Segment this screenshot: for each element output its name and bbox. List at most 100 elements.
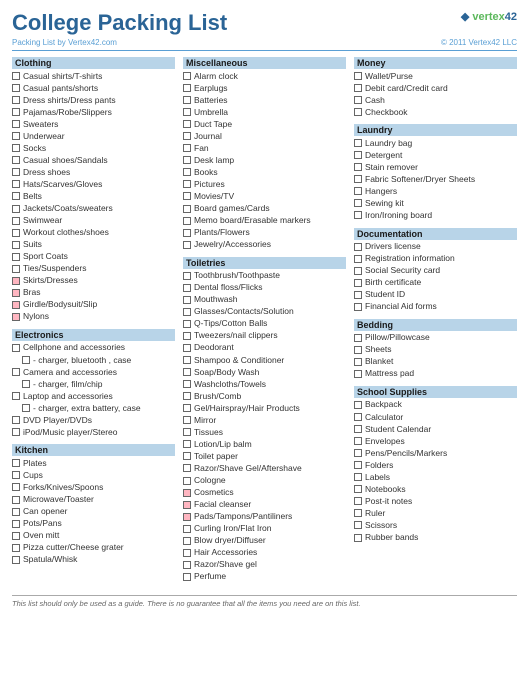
checkbox[interactable]: [183, 205, 191, 213]
checkbox[interactable]: [354, 521, 362, 529]
checkbox[interactable]: [354, 473, 362, 481]
checkbox[interactable]: [183, 284, 191, 292]
checkbox[interactable]: [12, 84, 20, 92]
checkbox[interactable]: [354, 96, 362, 104]
checkbox[interactable]: [183, 368, 191, 376]
checkbox[interactable]: [183, 308, 191, 316]
checkbox[interactable]: [354, 485, 362, 493]
checkbox[interactable]: [354, 534, 362, 542]
checkbox[interactable]: [183, 192, 191, 200]
checkbox[interactable]: [183, 241, 191, 249]
checkbox[interactable]: [354, 334, 362, 342]
checkbox[interactable]: [12, 344, 20, 352]
checkbox[interactable]: [12, 253, 20, 261]
checkbox[interactable]: [354, 175, 362, 183]
checkbox[interactable]: [183, 272, 191, 280]
checkbox[interactable]: [183, 296, 191, 304]
checkbox[interactable]: [183, 380, 191, 388]
checkbox[interactable]: [12, 241, 20, 249]
checkbox[interactable]: [354, 401, 362, 409]
checkbox[interactable]: [12, 301, 20, 309]
checkbox[interactable]: [12, 132, 20, 140]
checkbox[interactable]: [354, 255, 362, 263]
checkbox[interactable]: [22, 380, 30, 388]
checkbox[interactable]: [183, 320, 191, 328]
checkbox[interactable]: [183, 229, 191, 237]
checkbox[interactable]: [354, 267, 362, 275]
checkbox[interactable]: [183, 168, 191, 176]
checkbox[interactable]: [12, 265, 20, 273]
checkbox[interactable]: [183, 537, 191, 545]
checkbox[interactable]: [354, 139, 362, 147]
checkbox[interactable]: [12, 108, 20, 116]
checkbox[interactable]: [354, 199, 362, 207]
checkbox[interactable]: [354, 243, 362, 251]
checkbox[interactable]: [12, 368, 20, 376]
checkbox[interactable]: [12, 544, 20, 552]
checkbox[interactable]: [354, 437, 362, 445]
checkbox[interactable]: [12, 277, 20, 285]
checkbox[interactable]: [183, 332, 191, 340]
checkbox[interactable]: [354, 346, 362, 354]
checkbox[interactable]: [12, 313, 20, 321]
checkbox[interactable]: [12, 168, 20, 176]
checkbox[interactable]: [183, 477, 191, 485]
checkbox[interactable]: [183, 84, 191, 92]
checkbox[interactable]: [354, 163, 362, 171]
checkbox[interactable]: [183, 489, 191, 497]
checkbox[interactable]: [183, 356, 191, 364]
checkbox[interactable]: [183, 549, 191, 557]
checkbox[interactable]: [183, 525, 191, 533]
checkbox[interactable]: [12, 192, 20, 200]
checkbox[interactable]: [12, 120, 20, 128]
checkbox[interactable]: [12, 556, 20, 564]
checkbox[interactable]: [354, 151, 362, 159]
checkbox[interactable]: [12, 459, 20, 467]
checkbox[interactable]: [354, 84, 362, 92]
checkbox[interactable]: [183, 452, 191, 460]
checkbox[interactable]: [183, 217, 191, 225]
checkbox[interactable]: [183, 120, 191, 128]
checkbox[interactable]: [12, 428, 20, 436]
checkbox[interactable]: [12, 144, 20, 152]
checkbox[interactable]: [183, 180, 191, 188]
checkbox[interactable]: [354, 187, 362, 195]
checkbox[interactable]: [12, 217, 20, 225]
checkbox[interactable]: [183, 132, 191, 140]
checkbox[interactable]: [354, 358, 362, 366]
checkbox[interactable]: [354, 461, 362, 469]
checkbox[interactable]: [12, 496, 20, 504]
checkbox[interactable]: [354, 509, 362, 517]
checkbox[interactable]: [183, 440, 191, 448]
checkbox[interactable]: [22, 356, 30, 364]
checkbox[interactable]: [183, 156, 191, 164]
checkbox[interactable]: [12, 180, 20, 188]
checkbox[interactable]: [183, 96, 191, 104]
checkbox[interactable]: [183, 428, 191, 436]
checkbox[interactable]: [183, 72, 191, 80]
checkbox[interactable]: [354, 370, 362, 378]
checkbox[interactable]: [12, 471, 20, 479]
checkbox[interactable]: [354, 413, 362, 421]
checkbox[interactable]: [12, 96, 20, 104]
checkbox[interactable]: [12, 392, 20, 400]
checkbox[interactable]: [183, 416, 191, 424]
checkbox[interactable]: [354, 303, 362, 311]
checkbox[interactable]: [354, 449, 362, 457]
checkbox[interactable]: [354, 425, 362, 433]
checkbox[interactable]: [183, 561, 191, 569]
checkbox[interactable]: [354, 291, 362, 299]
checkbox[interactable]: [12, 483, 20, 491]
checkbox[interactable]: [12, 520, 20, 528]
subheader-left[interactable]: Packing List by Vertex42.com: [12, 38, 117, 47]
checkbox[interactable]: [12, 508, 20, 516]
checkbox[interactable]: [12, 416, 20, 424]
checkbox[interactable]: [183, 108, 191, 116]
checkbox[interactable]: [12, 72, 20, 80]
checkbox[interactable]: [12, 156, 20, 164]
checkbox[interactable]: [183, 464, 191, 472]
checkbox[interactable]: [183, 392, 191, 400]
checkbox[interactable]: [183, 144, 191, 152]
checkbox[interactable]: [354, 497, 362, 505]
checkbox[interactable]: [354, 279, 362, 287]
